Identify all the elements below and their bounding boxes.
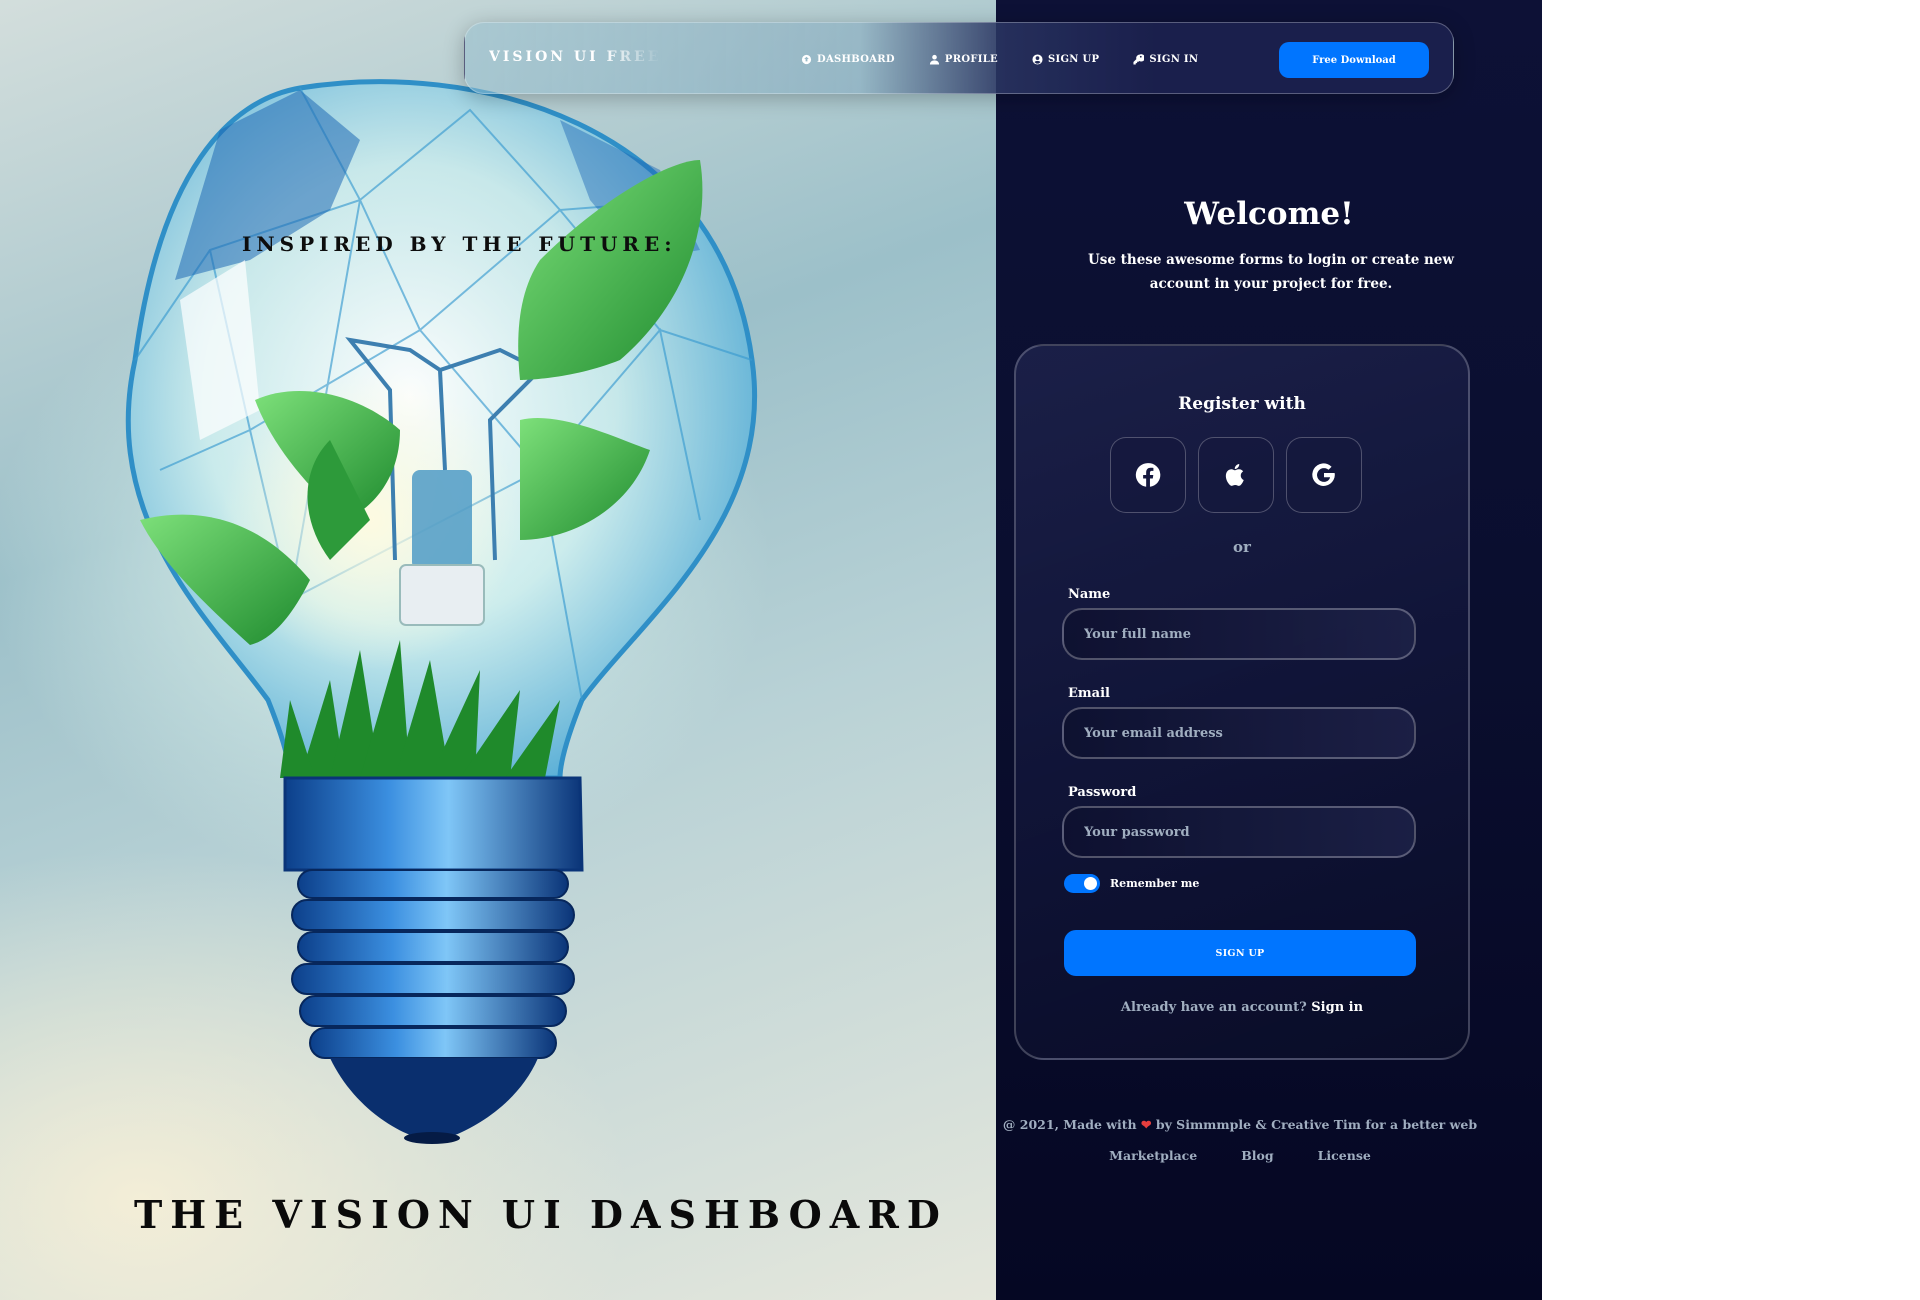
top-navbar: VISION UI FREE DASHBOARD PROFILE SIGN UP… [464, 22, 1454, 94]
nav-dashboard-label: DASHBOARD [817, 53, 895, 65]
name-label: Name [1068, 587, 1111, 602]
name-input[interactable] [1062, 608, 1416, 660]
nav-profile[interactable]: PROFILE [929, 54, 998, 65]
google-icon [1312, 463, 1335, 486]
hero-kicker: INSPIRED BY THE FUTURE: [242, 232, 677, 256]
brand-logo[interactable]: VISION UI FREE [489, 49, 661, 65]
or-divider: or [1233, 538, 1251, 556]
person-icon [929, 54, 939, 65]
nav-dashboard[interactable]: DASHBOARD [801, 54, 895, 65]
footer-copy-after: by Simmmple & Creative Tim for a better … [1155, 1117, 1478, 1132]
user-circle-icon [1032, 53, 1043, 65]
password-input[interactable] [1062, 806, 1416, 858]
facebook-button[interactable] [1110, 437, 1186, 513]
heart-icon: ❤ [1140, 1117, 1152, 1132]
auth-panel: Welcome! Use these awesome forms to logi… [996, 0, 1542, 1300]
signin-prompt: Already have an account? Sign in [1016, 1000, 1468, 1015]
dashboard-icon [801, 54, 812, 64]
nav-profile-label: PROFILE [944, 53, 998, 65]
free-download-button[interactable]: Free Download [1279, 42, 1429, 78]
register-with-title: Register with [1178, 394, 1306, 414]
footer-copy-before: @ 2021, Made with [1002, 1117, 1137, 1132]
footer-copyright: @ 2021, Made with ❤ by Simmmple & Creati… [996, 1117, 1484, 1132]
signup-page: INSPIRED BY THE FUTURE: THE VISION UI DA… [0, 0, 1542, 1300]
toggle-switch[interactable] [1064, 874, 1100, 893]
welcome-title: Welcome! [1184, 196, 1354, 232]
password-label: Password [1068, 785, 1137, 800]
footer-link-marketplace[interactable]: Marketplace [1109, 1148, 1197, 1163]
nav-sign-up-label: SIGN UP [1047, 53, 1100, 65]
google-button[interactable] [1286, 437, 1362, 513]
sign-in-link[interactable]: Sign in [1311, 1000, 1363, 1015]
remember-me-toggle[interactable]: Remember me [1064, 874, 1199, 893]
nav-sign-in-label: SIGN IN [1149, 53, 1199, 65]
footer-links: Marketplace Blog License [996, 1148, 1484, 1163]
hero-title: THE VISION UI DASHBOARD [134, 1192, 948, 1237]
nav-sign-up[interactable]: SIGN UP [1032, 54, 1099, 65]
register-card: Register with or Name Email Password [1014, 344, 1470, 1060]
email-input[interactable] [1062, 707, 1416, 759]
sign-up-button[interactable]: SIGN UP [1064, 930, 1416, 976]
lightbulb-illustration [125, 79, 757, 1144]
nav-links: DASHBOARD PROFILE SIGN UP SIGN IN [801, 23, 1232, 95]
already-account-text: Already have an account? [1120, 1000, 1307, 1015]
footer-link-blog[interactable]: Blog [1241, 1148, 1273, 1163]
key-icon [1133, 53, 1145, 65]
footer-link-license[interactable]: License [1318, 1148, 1371, 1163]
facebook-icon [1135, 463, 1161, 487]
toggle-knob [1084, 877, 1097, 890]
email-label: Email [1068, 686, 1110, 701]
social-buttons [1110, 437, 1362, 513]
apple-icon [1225, 463, 1244, 486]
apple-button[interactable] [1198, 437, 1274, 513]
hero-panel: INSPIRED BY THE FUTURE: THE VISION UI DA… [0, 0, 996, 1300]
nav-sign-in[interactable]: SIGN IN [1133, 54, 1198, 65]
remember-me-label: Remember me [1110, 877, 1200, 890]
welcome-subtitle: Use these awesome forms to login or crea… [1087, 252, 1455, 292]
